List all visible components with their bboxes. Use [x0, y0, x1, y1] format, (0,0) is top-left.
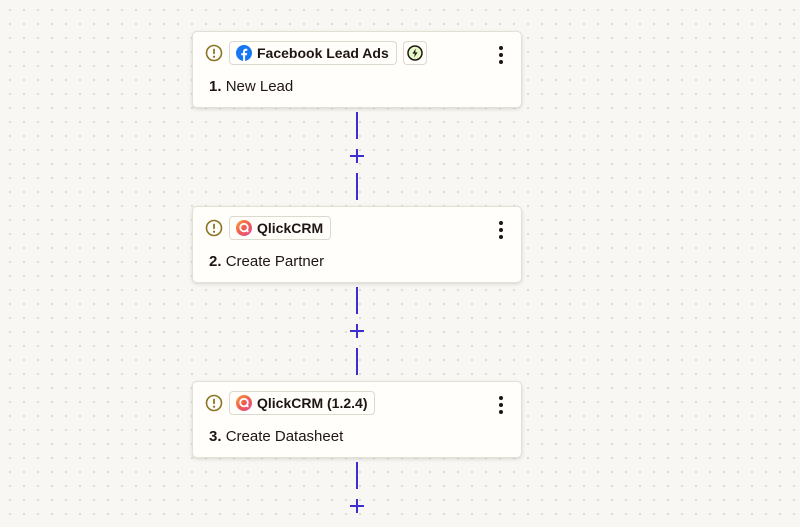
qlickcrm-logo-icon	[236, 220, 252, 236]
connector-line	[356, 287, 358, 314]
step-card-3[interactable]: QlickCRM (1.2.4) 3. Create Datasheet	[192, 381, 522, 458]
connector-line	[356, 112, 358, 139]
step-title: 2. Create Partner	[209, 253, 324, 270]
plus-icon	[350, 149, 364, 163]
step-title: 3. Create Datasheet	[209, 428, 343, 445]
add-step-button[interactable]	[349, 323, 365, 339]
warning-icon	[205, 219, 223, 237]
plus-icon	[350, 499, 364, 513]
step-title: 1. New Lead	[209, 78, 293, 95]
warning-icon	[205, 394, 223, 412]
app-chip[interactable]: Facebook Lead Ads	[229, 41, 397, 65]
lightning-bolt-icon	[407, 45, 423, 61]
qlickcrm-logo-icon	[236, 395, 252, 411]
connector-line	[356, 462, 358, 489]
app-chip[interactable]: QlickCRM (1.2.4)	[229, 391, 376, 415]
step-name: New Lead	[225, 78, 294, 95]
step-card-1[interactable]: Facebook Lead Ads 1. New Lead	[192, 31, 522, 108]
step-card-2[interactable]: QlickCRM 2. Create Partner	[192, 206, 522, 283]
step-number: 2.	[209, 253, 222, 270]
add-step-button[interactable]	[349, 498, 365, 514]
step-header: Facebook Lead Ads	[205, 41, 427, 65]
more-vertical-icon	[499, 46, 503, 50]
app-chip[interactable]: QlickCRM	[229, 216, 332, 240]
more-vertical-icon	[499, 221, 503, 225]
connector-line	[356, 348, 358, 375]
add-step-button[interactable]	[349, 148, 365, 164]
instant-trigger-badge[interactable]	[402, 41, 427, 65]
more-vertical-icon	[499, 396, 503, 400]
step-menu-button[interactable]	[491, 394, 511, 416]
connector-line	[356, 173, 358, 200]
step-menu-button[interactable]	[491, 44, 511, 66]
step-name: Create Partner	[225, 253, 325, 270]
step-number: 3.	[209, 428, 222, 445]
step-header: QlickCRM	[205, 216, 332, 240]
app-name: QlickCRM (1.2.4)	[257, 395, 368, 411]
warning-icon	[205, 44, 223, 62]
app-name: Facebook Lead Ads	[257, 45, 389, 61]
step-menu-button[interactable]	[491, 219, 511, 241]
facebook-icon	[236, 45, 252, 61]
app-name: QlickCRM	[257, 220, 324, 236]
plus-icon	[350, 324, 364, 338]
zap-editor-canvas: Facebook Lead Ads 1. New Lead QlickCRM 2…	[0, 0, 800, 527]
step-number: 1.	[209, 78, 222, 95]
step-name: Create Datasheet	[225, 428, 344, 445]
step-header: QlickCRM (1.2.4)	[205, 391, 376, 415]
